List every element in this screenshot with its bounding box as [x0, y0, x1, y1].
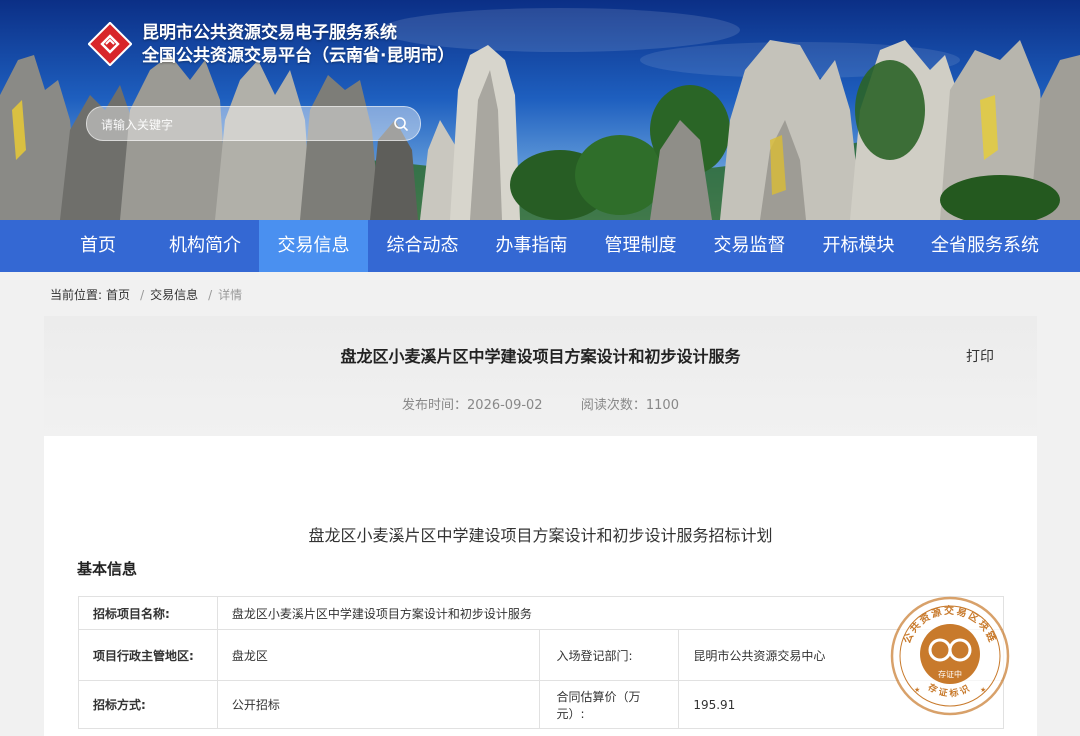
- table-label: 招标项目名称:: [78, 596, 218, 630]
- breadcrumb: 当前位置: 首页 / 交易信息 / 详情: [50, 286, 246, 303]
- site-title: 昆明市公共资源交易电子服务系统 全国公共资源交易平台（云南省·昆明市）: [142, 22, 454, 68]
- views-label: 阅读次数：: [580, 398, 646, 413]
- table-row: 项目行政主管地区: 盘龙区 入场登记部门: 昆明市公共资源交易中心: [78, 629, 1004, 681]
- breadcrumb-separator: /: [140, 288, 145, 302]
- nav-item-bid-opening[interactable]: 开标模块: [804, 220, 913, 272]
- nav-item-home[interactable]: 首页: [54, 220, 142, 272]
- stamp-center-text: 存证中: [938, 669, 962, 679]
- breadcrumb-prefix: 当前位置:: [50, 288, 103, 302]
- table-value: 盘龙区小麦溪片区中学建设项目方案设计和初步设计服务: [216, 596, 1005, 630]
- table-label: 合同估算价（万元）:: [539, 680, 680, 729]
- search-input[interactable]: [99, 114, 383, 135]
- article-meta: 发布时间：2026-09-02 阅读次数：1100: [44, 394, 1037, 413]
- table-value: 盘龙区: [216, 629, 541, 681]
- nav-item-trade-info[interactable]: 交易信息: [259, 220, 368, 272]
- table-label: 招标方式:: [78, 680, 218, 729]
- article-title: 盘龙区小麦溪片区中学建设项目方案设计和初步设计服务: [340, 347, 741, 366]
- header-banner: 昆明市公共资源交易电子服务系统 全国公共资源交易平台（云南省·昆明市）: [0, 0, 1080, 220]
- site-title-line1: 昆明市公共资源交易电子服务系统: [142, 23, 397, 43]
- basic-info-table: 招标项目名称: 盘龙区小麦溪片区中学建设项目方案设计和初步设计服务 项目行政主管…: [78, 596, 1005, 729]
- document-title: 盘龙区小麦溪片区中学建设项目方案设计和初步设计服务招标计划: [308, 526, 773, 545]
- article-header: 盘龙区小麦溪片区中学建设项目方案设计和初步设计服务 打印 发布时间：2026-0…: [44, 316, 1037, 436]
- main-nav: 首页 机构简介 交易信息 综合动态 办事指南 管理制度 交易监督 开标模块 全省…: [0, 220, 1080, 272]
- section-title-basic-info: 基本信息: [77, 560, 138, 578]
- search-box: [86, 106, 421, 141]
- stamp-star-icon: ★: [914, 686, 920, 694]
- nav-item-guide[interactable]: 办事指南: [477, 220, 586, 272]
- views-count: 1100: [645, 398, 679, 413]
- nav-item-supervision[interactable]: 交易监督: [695, 220, 804, 272]
- table-label: 项目行政主管地区:: [78, 629, 218, 681]
- table-value: 公开招标: [216, 680, 541, 729]
- table-row: 招标方式: 公开招标 合同估算价（万元）: 195.91: [78, 680, 1004, 729]
- nav-item-rules[interactable]: 管理制度: [586, 220, 695, 272]
- table-row: 招标项目名称: 盘龙区小麦溪片区中学建设项目方案设计和初步设计服务: [78, 596, 1005, 630]
- publish-date: 2026-09-02: [467, 398, 543, 413]
- site-title-line2: 全国公共资源交易平台（云南省·昆明市）: [142, 46, 455, 66]
- blockchain-stamp-icon: 公共资源交易区块链 存证中 存证标识 ★ ★: [890, 596, 1010, 716]
- site-logo-icon: [88, 22, 132, 66]
- search-icon[interactable]: [392, 115, 410, 133]
- publish-label: 发布时间：: [402, 398, 468, 413]
- nav-item-news[interactable]: 综合动态: [368, 220, 477, 272]
- table-label: 入场登记部门:: [539, 629, 680, 681]
- nav-item-about[interactable]: 机构简介: [150, 220, 260, 272]
- nav-item-province-system[interactable]: 全省服务系统: [913, 220, 1057, 272]
- print-button[interactable]: 打印: [966, 346, 994, 366]
- breadcrumb-trade-info[interactable]: 交易信息: [150, 288, 198, 302]
- breadcrumb-home[interactable]: 首页: [106, 288, 130, 302]
- breadcrumb-current: 详情: [218, 288, 243, 302]
- stamp-star-icon: ★: [980, 686, 986, 694]
- breadcrumb-separator: /: [208, 288, 213, 302]
